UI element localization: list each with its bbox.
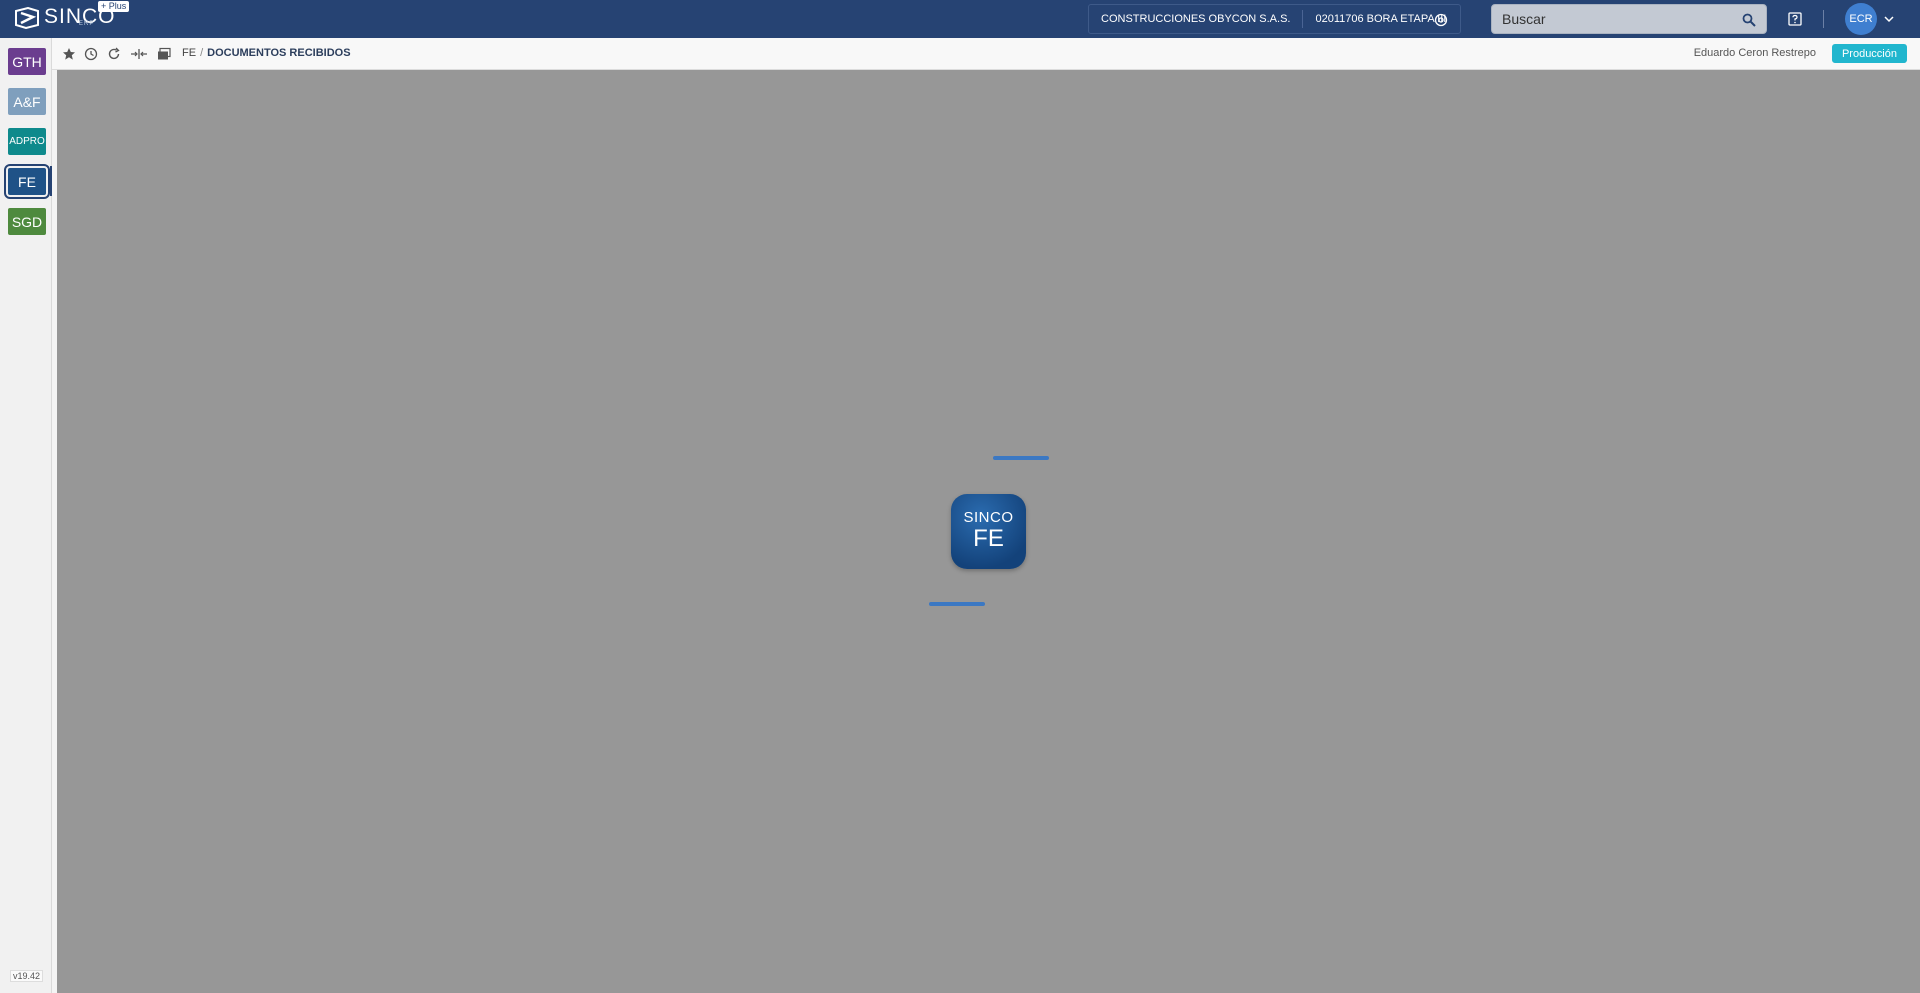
- module-sgd[interactable]: SGD: [8, 208, 46, 235]
- brand-sub: ERP: [79, 21, 95, 27]
- search-icon[interactable]: [1742, 13, 1756, 27]
- chevron-down-icon[interactable]: [1884, 14, 1894, 24]
- breadcrumb: FE / DOCUMENTOS RECIBIDOS: [182, 47, 351, 59]
- top-bar: SINCO ERP + Plus CONSTRUCCIONES OBYCON S…: [0, 0, 1920, 38]
- search-box[interactable]: [1491, 4, 1767, 34]
- module-rail: GTH A&F ADPRO FE SGD v19.42: [0, 38, 52, 993]
- version-label: v19.42: [10, 970, 44, 982]
- star-icon[interactable]: [62, 47, 76, 61]
- search-input[interactable]: [1492, 5, 1766, 33]
- resize-icon[interactable]: [130, 47, 148, 61]
- module-adpro[interactable]: ADPRO: [8, 128, 46, 155]
- breadcrumb-module[interactable]: FE: [182, 47, 196, 59]
- breadcrumb-current: DOCUMENTOS RECIBIDOS: [207, 47, 351, 59]
- divider: [1823, 10, 1824, 28]
- plus-badge: + Plus: [98, 1, 130, 12]
- sinco-fe-logo: SINCO FE: [951, 494, 1026, 569]
- windows-icon[interactable]: [157, 47, 171, 61]
- history-icon[interactable]: [84, 47, 98, 61]
- help-icon[interactable]: [1788, 12, 1802, 26]
- loader-bar-top: [993, 456, 1049, 460]
- module-af[interactable]: A&F: [8, 88, 46, 115]
- company-name: CONSTRUCCIONES OBYCON S.A.S.: [1089, 10, 1304, 28]
- module-fe[interactable]: FE: [4, 164, 50, 199]
- logo-bottom-text: FE: [973, 525, 1004, 552]
- active-indicator: [50, 166, 52, 196]
- loading-overlay: SINCO FE: [57, 70, 1920, 993]
- user-name: Eduardo Ceron Restrepo: [1693, 47, 1816, 59]
- breadcrumb-separator: /: [200, 47, 204, 59]
- toolbar: FE / DOCUMENTOS RECIBIDOS Eduardo Ceron …: [52, 38, 1920, 70]
- settings-icon[interactable]: [1434, 13, 1448, 27]
- refresh-icon[interactable]: [107, 47, 121, 61]
- loader-bar-bottom: [929, 602, 985, 606]
- environment-badge: Producción: [1831, 44, 1907, 63]
- avatar[interactable]: ECR: [1845, 3, 1877, 35]
- sinco-logo-icon: [15, 7, 39, 29]
- company-selector[interactable]: CONSTRUCCIONES OBYCON S.A.S. 02011706 BO…: [1088, 4, 1461, 34]
- module-gth[interactable]: GTH: [8, 48, 46, 75]
- project-name: 02011706 BORA ETAPA III: [1315, 13, 1447, 25]
- logo-top-text: SINCO: [963, 509, 1014, 526]
